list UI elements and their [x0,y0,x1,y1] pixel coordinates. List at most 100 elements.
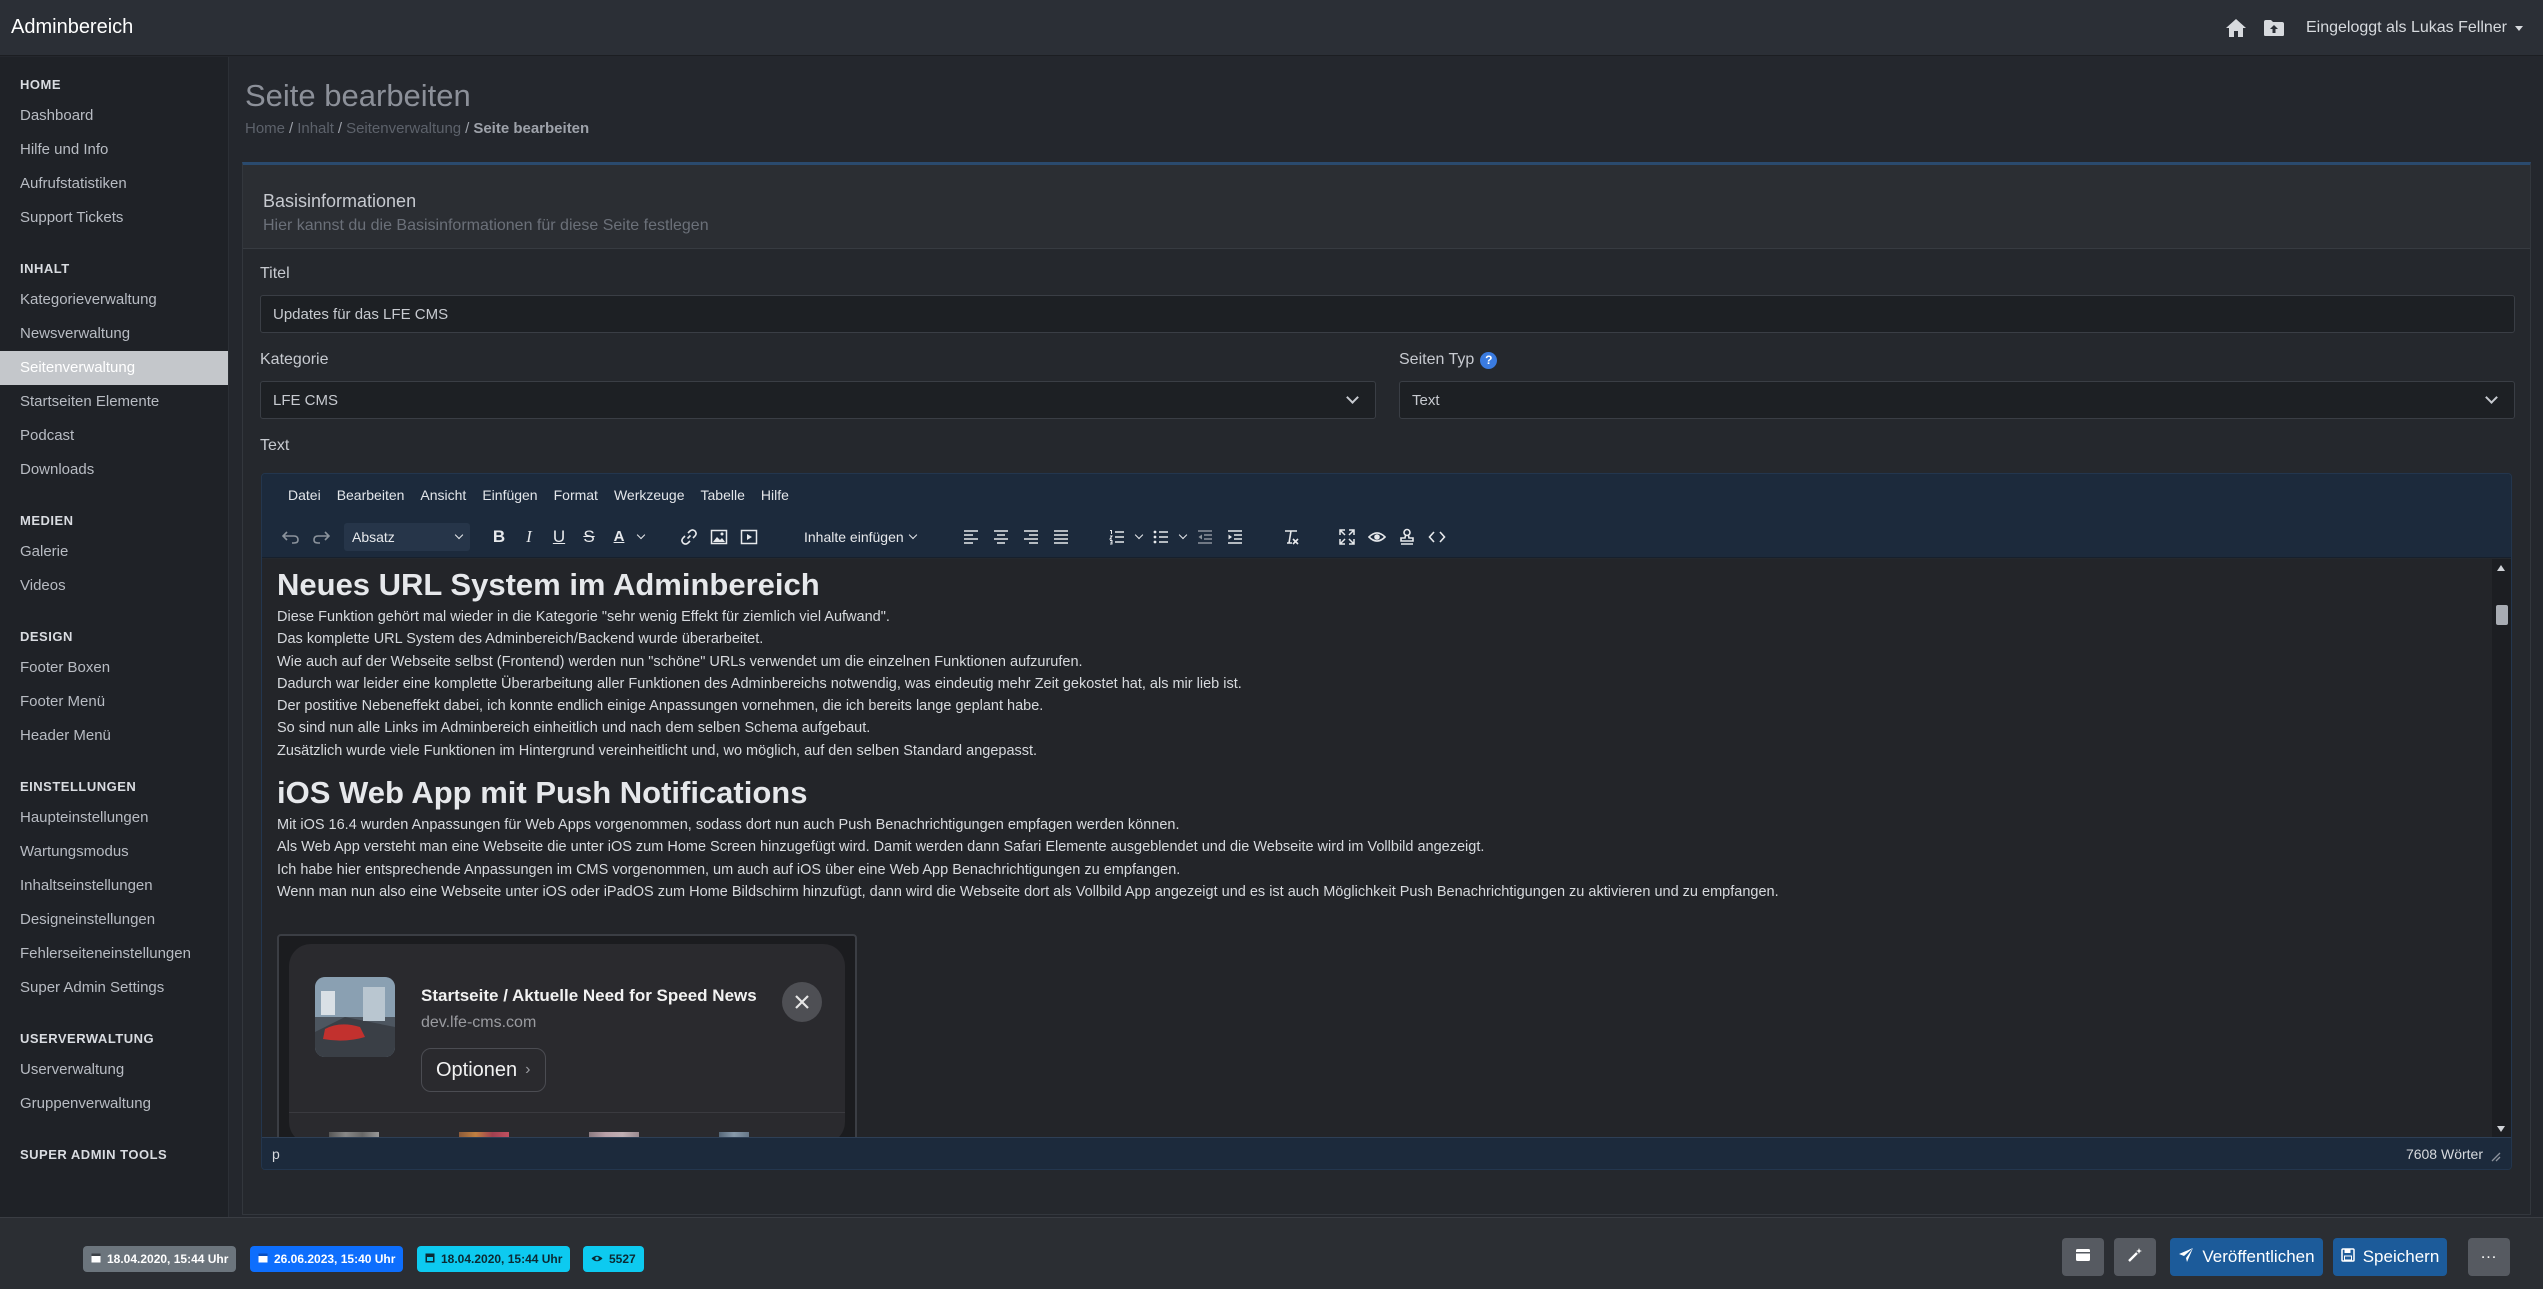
updated-date-badge: 26.06.2023, 15:40 Uhr [250,1246,404,1272]
menu-tabelle[interactable]: Tabelle [693,487,753,503]
menu-bearbeiten[interactable]: Bearbeiten [329,487,413,503]
sidebar-item-wartungsmodus[interactable]: Wartungsmodus [0,835,228,869]
home-icon[interactable] [2224,16,2248,40]
notification-screenshot-image[interactable]: Startseite / Aktuelle Need for Speed New… [277,934,857,1138]
italic-icon[interactable]: I [514,522,544,552]
sidebar-item-header-menu[interactable]: Header Menü [0,719,228,753]
sidebar-item-gruppenverwaltung[interactable]: Gruppenverwaltung [0,1087,228,1121]
menu-datei[interactable]: Datei [280,487,329,503]
card-view-button[interactable] [2062,1238,2104,1276]
numbered-list-button[interactable] [1102,522,1146,552]
scroll-thumb[interactable] [2496,605,2508,625]
publish-label: Veröffentlichen [2202,1247,2315,1266]
sidebar-item-support-tickets[interactable]: Support Tickets [0,201,228,235]
sidebar-item-kategorieverwaltung[interactable]: Kategorieverwaltung [0,283,228,317]
notification-title: Startseite / Aktuelle Need for Speed New… [421,986,757,1005]
sidebar-item-super-admin-settings[interactable]: Super Admin Settings [0,971,228,1005]
sidebar-item-hilfe[interactable]: Hilfe und Info [0,133,228,167]
underline-icon[interactable]: U [544,522,574,552]
breadcrumb: Home / Inhalt / Seitenverwaltung / Seite bearb… [245,120,590,137]
sidebar-item-newsverwaltung[interactable]: Newsverwaltung [0,317,228,351]
block-format-select[interactable]: Absatz [344,522,470,551]
word-count[interactable]: 7608 Wörter [2406,1146,2483,1162]
editor-content[interactable]: Neues URL System im Adminbereich Diese F… [262,559,2494,1138]
sidebar-item-podcast[interactable]: Podcast [0,419,228,453]
chevron-down-icon [454,530,464,539]
indent-icon[interactable] [1220,522,1250,552]
sidebar-item-downloads[interactable]: Downloads [0,453,228,487]
undo-icon[interactable] [276,522,306,552]
align-right-icon[interactable] [1016,522,1046,552]
media-icon[interactable] [734,522,764,552]
magic-wand-button[interactable] [2114,1238,2156,1276]
insert-content-dropdown[interactable]: Inhalte einfügen [804,529,917,545]
content-paragraph: So sind nun alle Links im Adminbereich e… [277,720,871,737]
category-select-value: LFE CMS [273,391,339,409]
sidebar-item-fehlerseiteneinstellungen[interactable]: Fehlerseiteneinstellungen [0,937,228,971]
sidebar-item-footer-menu[interactable]: Footer Menü [0,685,228,719]
sidebar-item-userverwaltung[interactable]: Userverwaltung [0,1053,228,1087]
sidebar-item-startseiten-elemente[interactable]: Startseiten Elemente [0,385,228,419]
menu-werkzeuge[interactable]: Werkzeuge [606,487,693,503]
sidebar-item-haupteinstellungen[interactable]: Haupteinstellungen [0,801,228,835]
bullet-list-button[interactable] [1146,522,1190,552]
strikethrough-icon[interactable]: S [574,522,604,552]
menu-einfuegen[interactable]: Einfügen [474,487,545,503]
redo-icon[interactable] [306,522,336,552]
sidebar-item-videos[interactable]: Videos [0,569,228,603]
scroll-up-arrow-icon[interactable] [2497,565,2505,571]
calendar-icon [425,1252,435,1266]
element-path[interactable]: p [272,1146,280,1162]
sidebar-heading-medien: MEDIEN [20,513,74,528]
sidebar-item-aufrufstatistiken[interactable]: Aufrufstatistiken [0,167,228,201]
folder-upload-icon[interactable] [2262,16,2286,40]
text-label: Text [260,437,289,455]
text-color-button[interactable]: A [604,522,648,552]
sidebar-item-footer-boxen[interactable]: Footer Boxen [0,651,228,685]
scroll-down-arrow-icon[interactable] [2497,1126,2505,1132]
published-date-badge: 18.04.2020, 15:44 Uhr [417,1246,571,1272]
align-left-icon[interactable] [956,522,986,552]
sidebar-item-designeinstellungen[interactable]: Designeinstellungen [0,903,228,937]
menu-ansicht[interactable]: Ansicht [412,487,474,503]
help-icon[interactable]: ? [1480,351,1498,369]
source-code-icon[interactable] [1422,522,1452,552]
stamp-icon[interactable] [1392,522,1422,552]
menu-format[interactable]: Format [546,487,606,503]
bold-icon[interactable]: B [484,522,514,552]
content-paragraph: Ich habe hier entsprechende Anpassungen … [277,861,1181,878]
preview-eye-icon[interactable] [1362,522,1392,552]
breadcrumb-inhalt[interactable]: Inhalt [297,120,334,137]
clear-formatting-icon[interactable] [1276,522,1306,552]
editor-statusbar: p 7608 Wörter [262,1137,2511,1169]
more-options-button[interactable]: ... [2468,1238,2510,1276]
app-title[interactable]: Adminbereich [11,16,133,39]
align-justify-icon[interactable] [1046,522,1076,552]
menu-hilfe[interactable]: Hilfe [753,487,797,503]
image-icon[interactable] [704,522,734,552]
calendar-icon [91,1252,101,1266]
page-type-select[interactable]: Text [1399,381,2515,419]
chevron-right-icon: › [525,1061,531,1078]
outdent-icon[interactable] [1190,522,1220,552]
fullscreen-icon[interactable] [1332,522,1362,552]
editor-scrollbar[interactable] [2492,559,2511,1138]
eye-icon [591,1252,603,1266]
title-input[interactable]: Updates für das LFE CMS [260,295,2515,333]
sidebar-item-inhaltseinstellungen[interactable]: Inhaltseinstellungen [0,869,228,903]
user-menu[interactable]: Eingeloggt als Lukas Fellner [2306,19,2523,37]
category-select[interactable]: LFE CMS [260,381,1376,419]
save-button[interactable]: Speichern [2333,1238,2447,1276]
content-paragraph: Mit iOS 16.4 wurden Anpassungen für Web … [277,817,1180,834]
publish-button[interactable]: Veröffentlichen [2170,1238,2323,1276]
resize-handle-icon[interactable] [2491,1149,2501,1161]
sidebar-item-seitenverwaltung[interactable]: Seitenverwaltung [0,351,228,385]
sidebar-item-galerie[interactable]: Galerie [0,535,228,569]
sidebar-item-dashboard[interactable]: Dashboard [0,99,228,133]
breadcrumb-seitenverwaltung[interactable]: Seitenverwaltung [346,120,461,137]
content-paragraph: Zusätzlich wurde viele Funktionen im Hin… [277,742,1038,759]
align-center-icon[interactable] [986,522,1016,552]
rich-text-editor: Datei Bearbeiten Ansicht Einfügen Format… [261,473,2512,1170]
breadcrumb-home[interactable]: Home [245,120,285,137]
link-icon[interactable] [674,522,704,552]
